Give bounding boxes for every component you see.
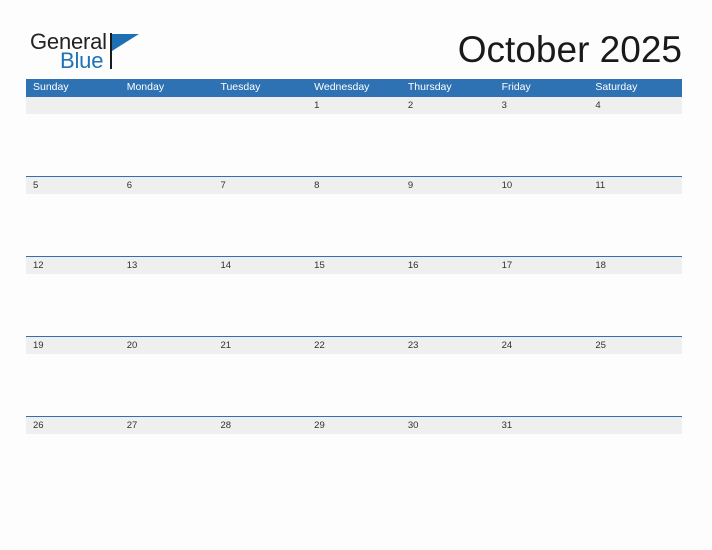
day-cell[interactable]: 15 bbox=[307, 257, 401, 274]
weekday-header-wednesday: Wednesday bbox=[314, 81, 370, 93]
day-cell[interactable]: 18 bbox=[588, 257, 682, 274]
weekday-header-friday: Friday bbox=[501, 81, 531, 93]
week-body-area[interactable] bbox=[26, 434, 682, 497]
day-cell[interactable]: 17 bbox=[495, 257, 589, 274]
day-cell[interactable]: 25 bbox=[588, 337, 682, 354]
week-date-band: 19 20 21 22 23 24 25 bbox=[26, 337, 682, 354]
weekday-header-sunday: Sunday bbox=[33, 81, 69, 93]
day-cell[interactable]: 19 bbox=[26, 337, 120, 354]
day-cell[interactable]: 6 bbox=[120, 177, 214, 194]
day-cell[interactable]: 27 bbox=[120, 417, 214, 434]
day-cell[interactable]: 20 bbox=[120, 337, 214, 354]
page-header: General Blue October 2025 bbox=[0, 0, 712, 78]
day-cell[interactable]: 2 bbox=[401, 97, 495, 114]
day-cell[interactable]: 3 bbox=[495, 97, 589, 114]
week-row: 19 20 21 22 23 24 25 bbox=[26, 336, 682, 416]
day-cell[interactable]: 21 bbox=[213, 337, 307, 354]
week-date-band: 12 13 14 15 16 17 18 bbox=[26, 257, 682, 274]
week-row: 12 13 14 15 16 17 18 bbox=[26, 256, 682, 336]
week-body-area[interactable] bbox=[26, 274, 682, 337]
day-cell[interactable]: 14 bbox=[213, 257, 307, 274]
day-cell[interactable]: 23 bbox=[401, 337, 495, 354]
general-blue-logo[interactable]: General Blue bbox=[30, 31, 260, 73]
day-cell[interactable]: 10 bbox=[495, 177, 589, 194]
day-cell[interactable]: 5 bbox=[26, 177, 120, 194]
day-cell[interactable]: 1 bbox=[307, 97, 401, 114]
week-body-area[interactable] bbox=[26, 194, 682, 257]
weekday-header-thursday: Thursday bbox=[407, 81, 452, 93]
week-date-band: 5 6 7 8 9 10 11 bbox=[26, 177, 682, 194]
day-cell[interactable]: 8 bbox=[307, 177, 401, 194]
week-row: 26 27 28 29 30 31 bbox=[26, 416, 682, 496]
week-body-area[interactable] bbox=[26, 354, 682, 417]
week-date-band: 1 2 3 4 bbox=[26, 97, 682, 114]
logo-text-blue: Blue bbox=[60, 48, 104, 73]
weekday-header-tuesday: Tuesday bbox=[220, 81, 261, 93]
day-cell[interactable]: 16 bbox=[401, 257, 495, 274]
day-cell[interactable]: 7 bbox=[213, 177, 307, 194]
calendar-page: General Blue October 2025 Sunday Monday … bbox=[0, 0, 712, 550]
week-row: 1 2 3 4 bbox=[26, 96, 682, 176]
logo-triangle-icon bbox=[112, 34, 139, 51]
day-cell[interactable] bbox=[120, 97, 214, 114]
day-cell[interactable]: 12 bbox=[26, 257, 120, 274]
week-row: 5 6 7 8 9 10 11 bbox=[26, 176, 682, 256]
weekday-header-monday: Monday bbox=[126, 81, 165, 93]
day-cell[interactable]: 22 bbox=[307, 337, 401, 354]
week-date-band: 26 27 28 29 30 31 bbox=[26, 417, 682, 434]
day-cell[interactable]: 31 bbox=[495, 417, 589, 434]
day-cell[interactable]: 9 bbox=[401, 177, 495, 194]
weekday-header-row: Sunday Monday Tuesday Wednesday Thursday… bbox=[26, 79, 682, 96]
day-cell[interactable] bbox=[26, 97, 120, 114]
day-cell[interactable]: 26 bbox=[26, 417, 120, 434]
day-cell[interactable]: 11 bbox=[588, 177, 682, 194]
week-body-area[interactable] bbox=[26, 114, 682, 177]
day-cell[interactable]: 24 bbox=[495, 337, 589, 354]
day-cell[interactable]: 28 bbox=[213, 417, 307, 434]
day-cell[interactable]: 13 bbox=[120, 257, 214, 274]
page-title: October 2025 bbox=[457, 29, 682, 70]
calendar-grid: Sunday Monday Tuesday Wednesday Thursday… bbox=[26, 79, 682, 496]
day-cell[interactable]: 29 bbox=[307, 417, 401, 434]
day-cell[interactable] bbox=[588, 417, 682, 434]
day-cell[interactable] bbox=[213, 97, 307, 114]
weekday-header-saturday: Saturday bbox=[595, 81, 638, 93]
day-cell[interactable]: 30 bbox=[401, 417, 495, 434]
day-cell[interactable]: 4 bbox=[588, 97, 682, 114]
